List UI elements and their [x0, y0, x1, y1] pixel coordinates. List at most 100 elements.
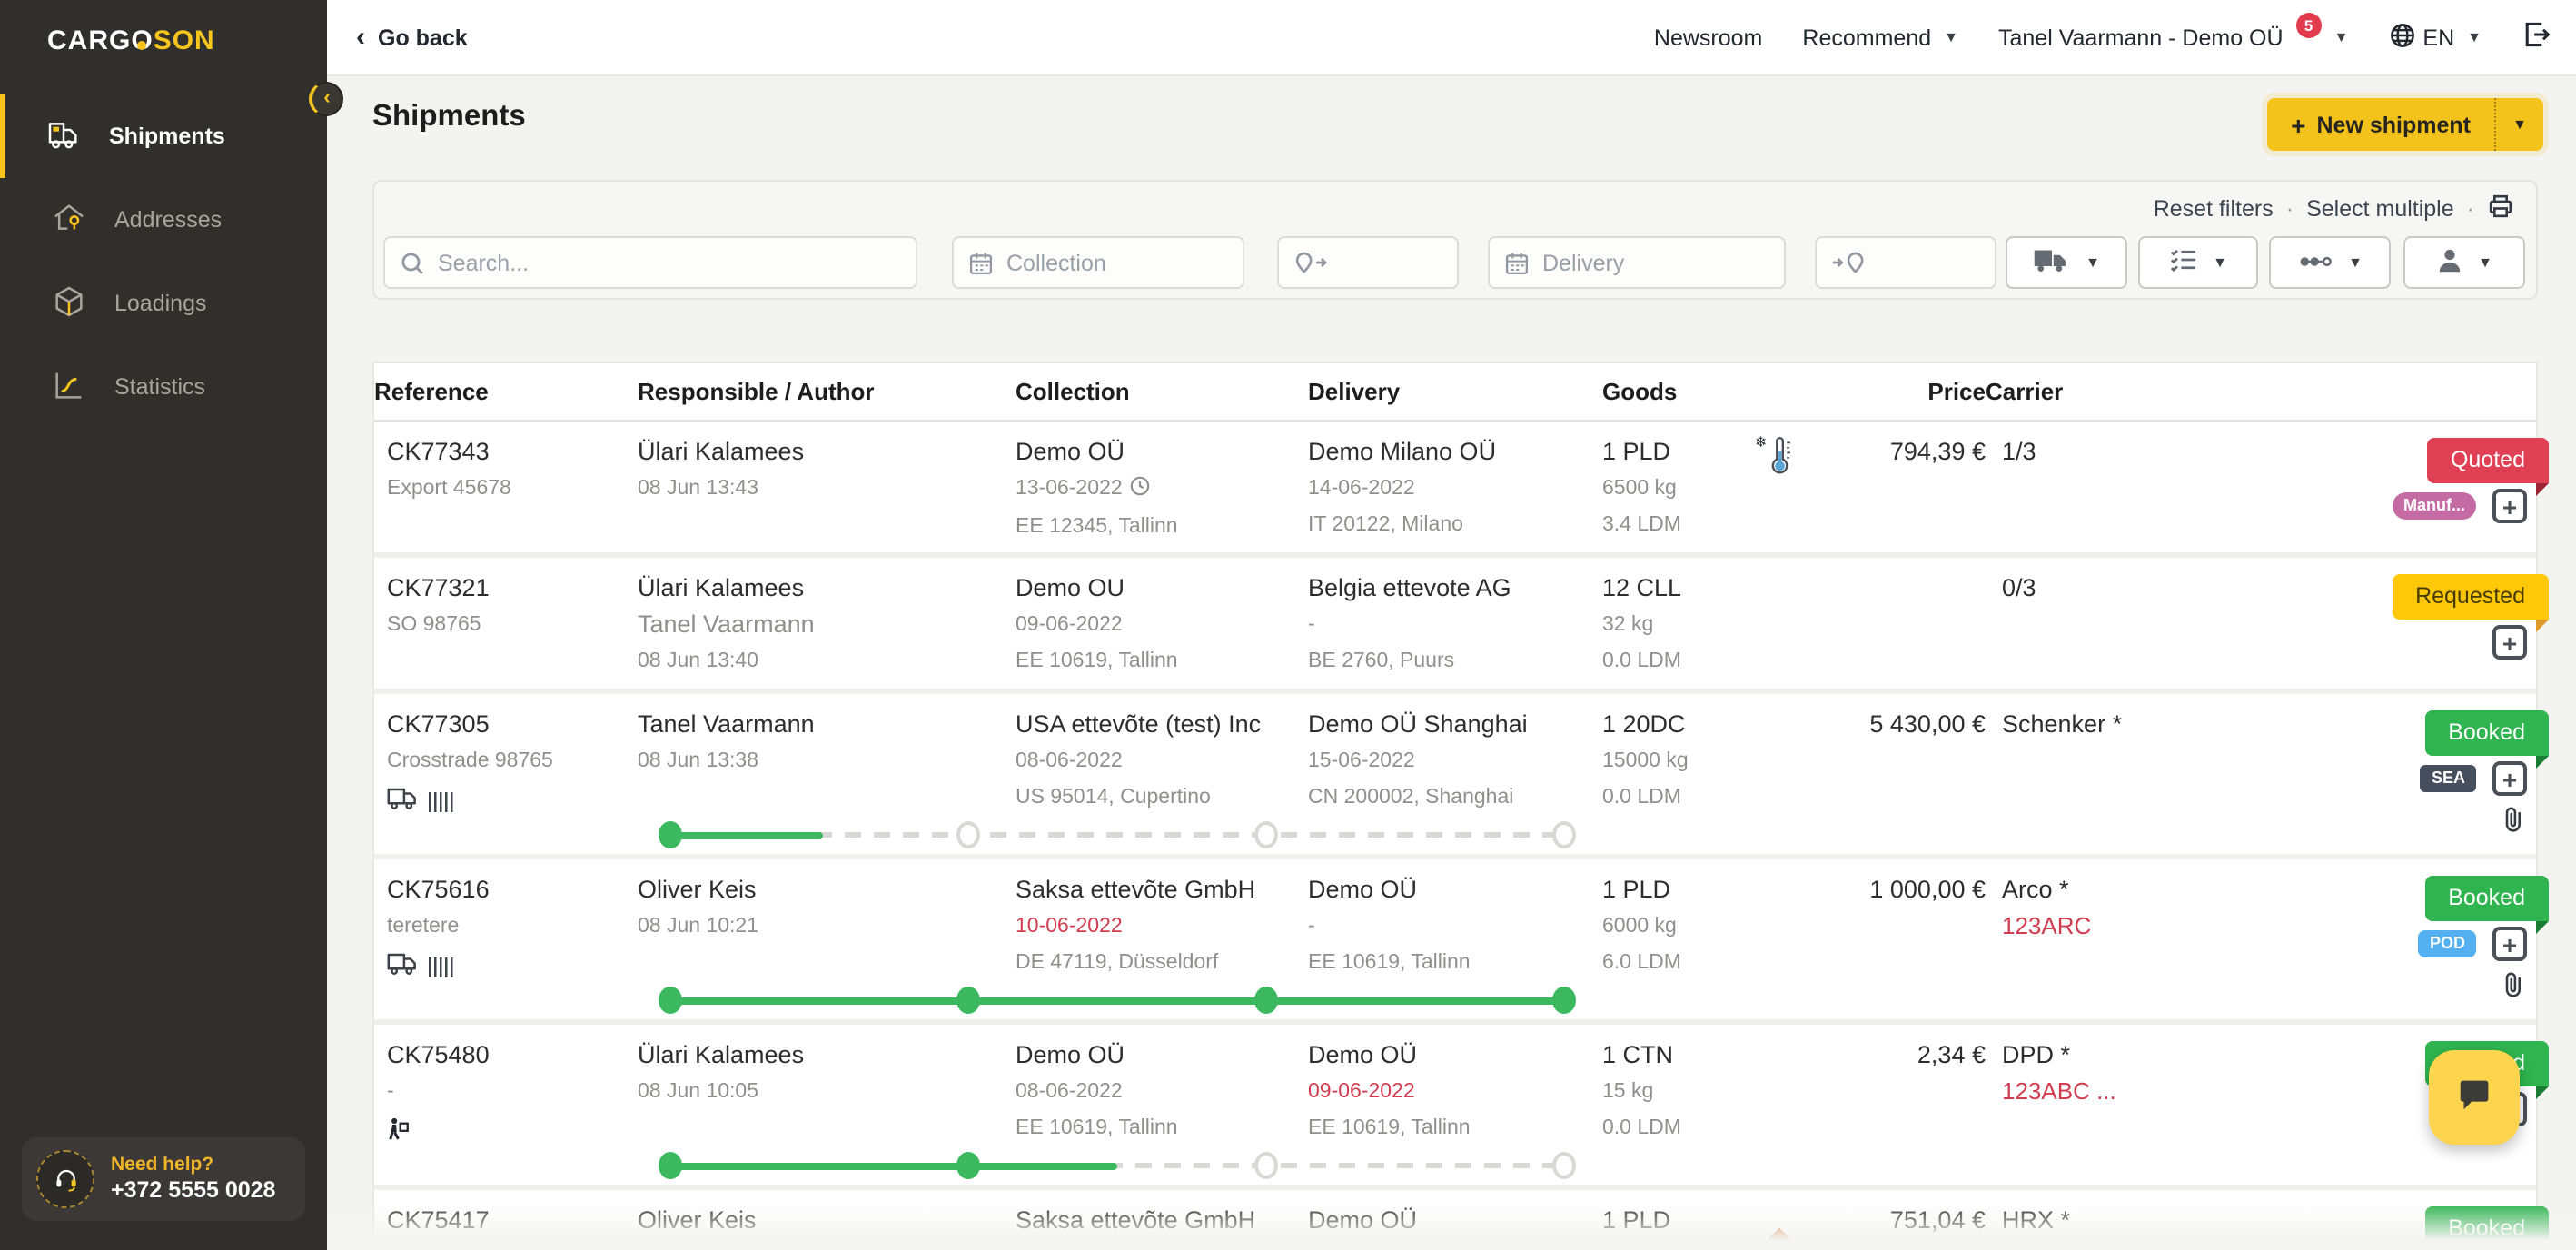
print-button[interactable] — [2487, 193, 2514, 225]
status-filter-button[interactable]: ▼ — [2269, 236, 2391, 289]
goods-ldm: 0.0 LDM — [1602, 1110, 1759, 1146]
column-header-responsible: Responsible / Author — [638, 378, 1016, 405]
new-shipment-main[interactable]: + New shipment — [2267, 110, 2494, 139]
column-header-goods: Goods — [1602, 378, 1759, 405]
reference-sub: Crosstrade 98765 — [387, 743, 638, 779]
price-cell — [1813, 558, 1986, 689]
goods-qty: 1 PLD — [1602, 434, 1759, 471]
column-header-delivery: Delivery — [1308, 378, 1602, 405]
delivery-date: 15-06-2022 — [1308, 743, 1602, 779]
expand-row-button[interactable]: + — [2492, 927, 2527, 961]
origin-field — [1277, 236, 1459, 289]
carrier-filter-button[interactable]: ▼ — [2006, 236, 2127, 289]
list-filter-button[interactable]: ▼ — [2138, 236, 2258, 289]
logout-button[interactable] — [2522, 20, 2551, 55]
topbar: ‹ Go back Newsroom Recommend ▼ Tanel Vaa… — [327, 0, 2576, 76]
page-title: Shipments — [372, 100, 526, 134]
carrier: 0/3 — [2002, 570, 2222, 607]
reference-cell: CK75417 Ostutellimus 123 — [374, 1190, 638, 1250]
delivery-date-input[interactable] — [1488, 236, 1786, 289]
reference: CK77343 — [387, 434, 638, 471]
tracking-link[interactable]: 123ABC ... — [2002, 1074, 2222, 1110]
sidebar-item-addresses[interactable]: Addresses — [0, 178, 327, 262]
hazard-cell — [1759, 1025, 1813, 1185]
select-multiple-link[interactable]: Select multiple — [2306, 196, 2454, 222]
shipment-progress — [670, 1152, 1564, 1179]
reference-cell: CK75480 - — [374, 1025, 638, 1185]
carrier-cell: 1/3 — [1986, 422, 2222, 552]
price: 794,39 € — [1813, 434, 1986, 471]
created-at: 08 Jun 10:01 — [638, 1239, 1016, 1250]
shipment-row[interactable]: CK77321 SO 98765 Ülari Kalamees Tanel Va… — [374, 552, 2536, 689]
expand-row-button[interactable]: + — [2492, 761, 2527, 796]
author-filter-button[interactable]: ▼ — [2403, 236, 2525, 289]
hazard-cell — [1759, 859, 1813, 1019]
shipment-row[interactable]: CK75480 - Ülari Kalamees 08 Jun 10:05 De… — [374, 1019, 2536, 1185]
help-title: Need help? — [111, 1154, 275, 1177]
destination-input[interactable] — [1815, 236, 1996, 289]
barcode-icon — [429, 957, 456, 977]
shipment-row[interactable]: CK75417 Ostutellimus 123 Oliver Keis 08 … — [374, 1185, 2536, 1250]
price-cell: 794,39 € — [1813, 422, 1986, 552]
progress-node — [956, 1152, 980, 1179]
help-phone[interactable]: +372 5555 0028 — [111, 1177, 275, 1205]
reference-cell: CK75616 teretere — [374, 859, 638, 1019]
paperclip-icon[interactable] — [2502, 805, 2523, 843]
reference-icons — [387, 785, 638, 819]
new-shipment-caret[interactable]: ▼ — [2494, 98, 2543, 151]
user-menu[interactable]: Tanel Vaarmann - Demo OÜ 5 ▼ — [1998, 25, 2348, 50]
collection-cell: Saksa ettevõte GmbH 08-06-2022 DE 47119,… — [1016, 1190, 1308, 1250]
brand-logo[interactable]: CARGOSON — [0, 0, 327, 56]
reference-icons — [387, 950, 638, 985]
delivery-date: - — [1308, 908, 1602, 945]
collection-address: EE 10619, Tallinn — [1016, 1110, 1308, 1146]
dot-separator: · — [2467, 196, 2474, 222]
sidebar-item-shipments[interactable]: Shipments — [0, 94, 327, 178]
sidebar-item-label: Shipments — [109, 124, 225, 149]
status-badge: Booked — [2424, 876, 2549, 921]
carrier-cell: 0/3 — [1986, 558, 2222, 689]
price: 5 430,00 € — [1813, 707, 1986, 743]
goods-weight: 6500 kg — [1602, 471, 1759, 507]
caret-down-icon: ▼ — [2348, 254, 2363, 271]
go-back-button[interactable]: ‹ Go back — [356, 25, 468, 50]
shipment-row[interactable]: CK75616 teretere Oliver Keis 08 Jun 10:2… — [374, 854, 2536, 1019]
delivery-address: EE 10619, Tallinn — [1308, 945, 1602, 981]
help-card[interactable]: Need help? +372 5555 0028 — [22, 1137, 305, 1221]
shipment-progress — [670, 821, 1564, 848]
new-shipment-button[interactable]: + New shipment ▼ — [2267, 98, 2543, 151]
newsroom-link[interactable]: Newsroom — [1654, 25, 1763, 50]
chevron-left-icon: ‹ — [356, 26, 365, 48]
goods-cell: 1 PLD 6500 kg 3.4 LDM — [1602, 422, 1759, 552]
language-menu[interactable]: EN ▼ — [2388, 21, 2482, 54]
snowflake-icon: ❄ — [1755, 434, 1767, 451]
collection-date-input[interactable] — [952, 236, 1244, 289]
shipment-row[interactable]: CK77343 Export 45678 Ülari Kalamees 08 J… — [374, 422, 2536, 552]
collection-cell: Demo OÜ 13-06-2022 EE 12345, Tallinn — [1016, 422, 1308, 552]
delivery-name: Demo OÜ Shanghai — [1308, 707, 1602, 743]
notification-badge[interactable]: 5 — [2296, 12, 2322, 37]
chat-widget-button[interactable] — [2429, 1050, 2520, 1145]
goods-weight: 6000 kg — [1602, 1239, 1759, 1250]
origin-input[interactable] — [1277, 236, 1459, 289]
paperclip-icon[interactable] — [2502, 970, 2523, 1008]
tracking-link[interactable]: 123ARC — [2002, 908, 2222, 945]
goods-weight: 15 kg — [1602, 1074, 1759, 1110]
shipment-row[interactable]: CK77305 Crosstrade 98765 Tanel Vaarmann … — [374, 689, 2536, 854]
expand-row-button[interactable]: + — [2492, 625, 2527, 660]
reference-sub: SO 98765 — [387, 607, 638, 643]
search-input[interactable] — [383, 236, 917, 289]
sidebar-collapse-button[interactable]: ‹ — [309, 82, 343, 116]
sidebar-item-loadings[interactable]: Loadings — [0, 262, 327, 345]
progress-node — [1254, 821, 1278, 848]
sidebar-item-statistics[interactable]: Statistics — [0, 345, 327, 429]
table-body: CK77343 Export 45678 Ülari Kalamees 08 J… — [374, 422, 2536, 1250]
plus-icon: + — [2291, 110, 2305, 139]
language-label: EN — [2422, 25, 2454, 50]
expand-row-button[interactable]: + — [2492, 489, 2527, 523]
carrier: HRX * — [2002, 1203, 2222, 1239]
reset-filters-link[interactable]: Reset filters — [2154, 196, 2274, 222]
recommend-menu[interactable]: Recommend ▼ — [1802, 25, 1958, 50]
price-cell: 751,04 € — [1813, 1190, 1986, 1250]
collection-date: 08-06-2022 — [1016, 743, 1308, 779]
